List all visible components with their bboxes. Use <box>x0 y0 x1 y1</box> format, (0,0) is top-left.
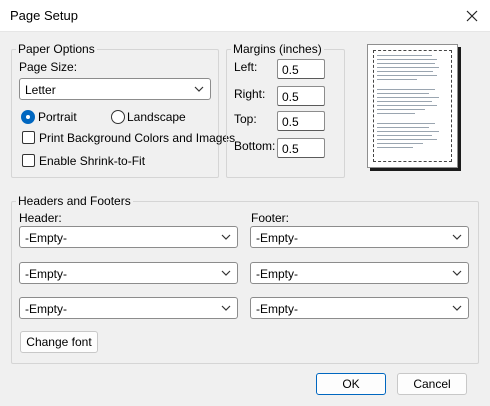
header-label: Header: <box>19 211 62 225</box>
print-background-checkbox[interactable] <box>22 131 35 144</box>
header-select-1-value: -Empty- <box>25 231 67 245</box>
chevron-down-icon <box>452 270 462 276</box>
header-select-3-value: -Empty- <box>25 302 67 316</box>
change-font-button[interactable]: Change font <box>20 331 98 353</box>
margin-top-input[interactable]: 0.5 <box>277 111 325 131</box>
margin-top-label: Top: <box>234 112 257 126</box>
chevron-down-icon <box>452 234 462 240</box>
landscape-radio[interactable] <box>111 110 125 124</box>
margin-bottom-input[interactable]: 0.5 <box>277 138 325 158</box>
footer-select-2-value: -Empty- <box>256 267 298 281</box>
print-background-label: Print Background Colors and Images <box>39 131 236 145</box>
margin-left-input[interactable]: 0.5 <box>277 59 325 79</box>
page-size-label: Page Size: <box>19 60 78 74</box>
paper-options-legend: Paper Options <box>18 42 95 56</box>
margin-right-input[interactable]: 0.5 <box>277 86 325 106</box>
chevron-down-icon <box>221 305 231 311</box>
title-bar: Page Setup <box>0 0 490 32</box>
chevron-down-icon <box>221 270 231 276</box>
header-select-1[interactable]: -Empty- <box>19 226 238 248</box>
margin-left-label: Left: <box>234 60 258 74</box>
portrait-radio[interactable] <box>21 110 35 124</box>
margins-legend: Margins (inches) <box>233 42 322 56</box>
page-size-value: Letter <box>25 83 56 97</box>
header-select-2[interactable]: -Empty- <box>19 262 238 284</box>
close-icon <box>466 10 478 22</box>
footer-label: Footer: <box>251 211 290 225</box>
chevron-down-icon <box>194 86 204 92</box>
page-size-select[interactable]: Letter <box>19 78 211 100</box>
footer-select-1-value: -Empty- <box>256 231 298 245</box>
cancel-button[interactable]: Cancel <box>397 373 467 395</box>
close-button[interactable] <box>458 2 486 30</box>
window-title: Page Setup <box>10 8 78 23</box>
landscape-label: Landscape <box>127 110 186 124</box>
preview-margin-outline <box>373 50 452 162</box>
margin-bottom-label: Bottom: <box>234 139 276 153</box>
header-select-2-value: -Empty- <box>25 267 67 281</box>
shrink-to-fit-label: Enable Shrink-to-Fit <box>39 154 146 168</box>
ok-button[interactable]: OK <box>316 373 386 395</box>
footer-select-2[interactable]: -Empty- <box>250 262 469 284</box>
portrait-label: Portrait <box>38 110 77 124</box>
header-select-3[interactable]: -Empty- <box>19 297 238 319</box>
chevron-down-icon <box>452 305 462 311</box>
headers-footers-legend: Headers and Footers <box>18 194 131 208</box>
footer-select-3-value: -Empty- <box>256 302 298 316</box>
margin-right-label: Right: <box>234 87 266 101</box>
footer-select-1[interactable]: -Empty- <box>250 226 469 248</box>
shrink-to-fit-checkbox[interactable] <box>22 154 35 167</box>
footer-select-3[interactable]: -Empty- <box>250 297 469 319</box>
chevron-down-icon <box>221 234 231 240</box>
page-preview <box>367 44 458 168</box>
